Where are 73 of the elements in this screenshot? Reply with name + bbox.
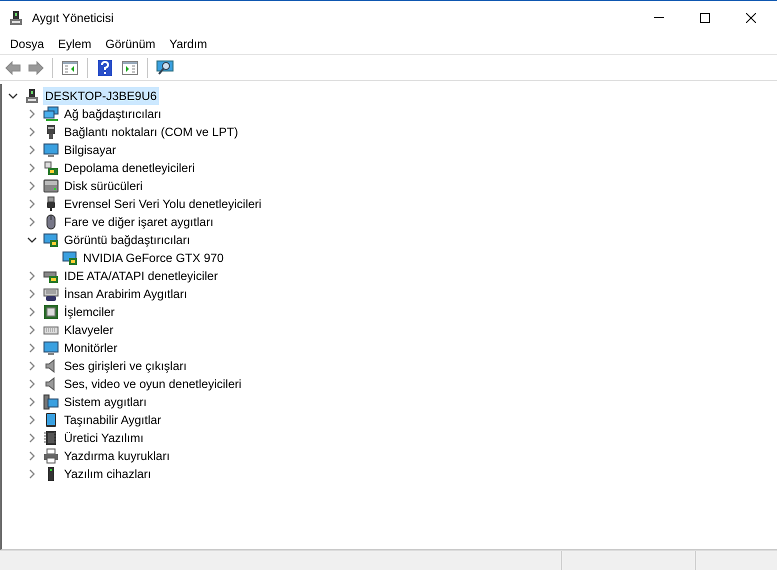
tree-item[interactable]: Sistem aygıtları <box>62 393 149 411</box>
tablet-icon <box>43 412 59 428</box>
tree-item[interactable]: Depolama denetleyicileri <box>62 159 197 177</box>
expand-chevron-icon[interactable] <box>27 109 37 119</box>
maximize-icon <box>700 12 710 22</box>
tree-item[interactable]: İşlemciler <box>62 303 117 321</box>
menu-item[interactable]: Dosya <box>3 34 52 54</box>
menu-item[interactable]: Görünüm <box>98 34 162 54</box>
expand-chevron-icon[interactable] <box>27 343 37 353</box>
tree-item[interactable]: NVIDIA GeForce GTX 970 <box>81 249 226 267</box>
expand-chevron-icon[interactable] <box>27 181 37 191</box>
tree-item[interactable]: Monitörler <box>62 339 120 357</box>
panel-icon <box>122 60 138 74</box>
tree-item[interactable]: Görüntü bağdaştırıcıları <box>62 231 192 249</box>
expand-chevron-icon[interactable] <box>27 415 37 425</box>
tree-item[interactable]: Fare ve diğer işaret aygıtları <box>62 213 216 231</box>
expand-chevron-icon[interactable] <box>27 127 37 137</box>
monitor-magnifier-icon <box>156 60 174 76</box>
scan-button[interactable] <box>154 58 176 78</box>
drive-icon <box>43 178 59 194</box>
chip-icon <box>43 304 59 320</box>
expand-chevron-icon[interactable] <box>27 325 37 335</box>
expand-chevron-icon[interactable] <box>27 397 37 407</box>
expand-chevron-icon[interactable] <box>27 361 37 371</box>
memory-chip-icon <box>43 430 59 446</box>
menu-item[interactable]: Yardım <box>162 34 214 54</box>
device-manager-icon <box>8 10 24 26</box>
tree-item[interactable]: IDE ATA/ATAPI denetleyiciler <box>62 267 220 285</box>
monitor-icon <box>43 340 59 356</box>
back-arrow-icon <box>5 60 21 74</box>
tree-item[interactable]: Disk sürücüleri <box>62 177 145 195</box>
device-icon <box>24 88 40 104</box>
minimize-icon <box>654 17 664 18</box>
expand-chevron-icon[interactable] <box>27 379 37 389</box>
printer-icon <box>43 448 59 464</box>
tree-item[interactable]: Klavyeler <box>62 321 116 339</box>
tree-item[interactable]: Taşınabilir Aygıtlar <box>62 411 164 429</box>
expand-chevron-icon[interactable] <box>27 469 37 479</box>
help-icon <box>98 60 112 76</box>
network-icon <box>43 106 59 122</box>
tree-item[interactable]: Bilgisayar <box>62 141 118 159</box>
forward-arrow-icon <box>28 60 44 74</box>
expand-chevron-icon[interactable] <box>27 145 37 155</box>
close-icon <box>746 12 756 22</box>
tree-item[interactable]: Evrensel Seri Veri Yolu denetleyicileri <box>62 195 264 213</box>
expand-chevron-icon[interactable] <box>27 307 37 317</box>
collapse-chevron-icon[interactable] <box>8 91 18 101</box>
tree-item[interactable]: Üretici Yazılımı <box>62 429 146 447</box>
tree-item[interactable]: DESKTOP-J3BE9U6 <box>43 87 159 105</box>
expand-chevron-icon[interactable] <box>27 289 37 299</box>
monitor-icon <box>43 142 59 158</box>
expand-chevron-icon[interactable] <box>27 199 37 209</box>
expand-chevron-icon[interactable] <box>27 433 37 443</box>
storage-icon <box>43 160 59 176</box>
tree-item[interactable]: Ses, video ve oyun denetleyicileri <box>62 375 244 393</box>
tree-item[interactable]: Yazılım cihazları <box>62 465 154 483</box>
window-title: Aygıt Yöneticisi <box>32 10 114 26</box>
tree-item[interactable]: Bağlantı noktaları (COM ve LPT) <box>62 123 240 141</box>
tree-item[interactable]: Yazdırma kuyrukları <box>62 447 172 465</box>
menu-item[interactable]: Eylem <box>51 34 98 54</box>
panel-icon <box>62 60 78 74</box>
display-card-icon <box>62 250 78 266</box>
expand-chevron-icon[interactable] <box>27 217 37 227</box>
system-icon <box>43 394 59 410</box>
tree-item[interactable]: İnsan Arabirim Aygıtları <box>62 285 190 303</box>
collapse-chevron-icon[interactable] <box>27 235 37 245</box>
expand-chevron-icon[interactable] <box>27 451 37 461</box>
display-card-icon <box>43 232 59 248</box>
expand-chevron-icon[interactable] <box>27 163 37 173</box>
keyboard-gamepad-icon <box>43 286 59 302</box>
tree-item[interactable]: Ağ bağdaştırıcıları <box>62 105 164 123</box>
expand-chevron-icon[interactable] <box>27 271 37 281</box>
tree-item[interactable]: Ses girişleri ve çıkışları <box>62 357 189 375</box>
